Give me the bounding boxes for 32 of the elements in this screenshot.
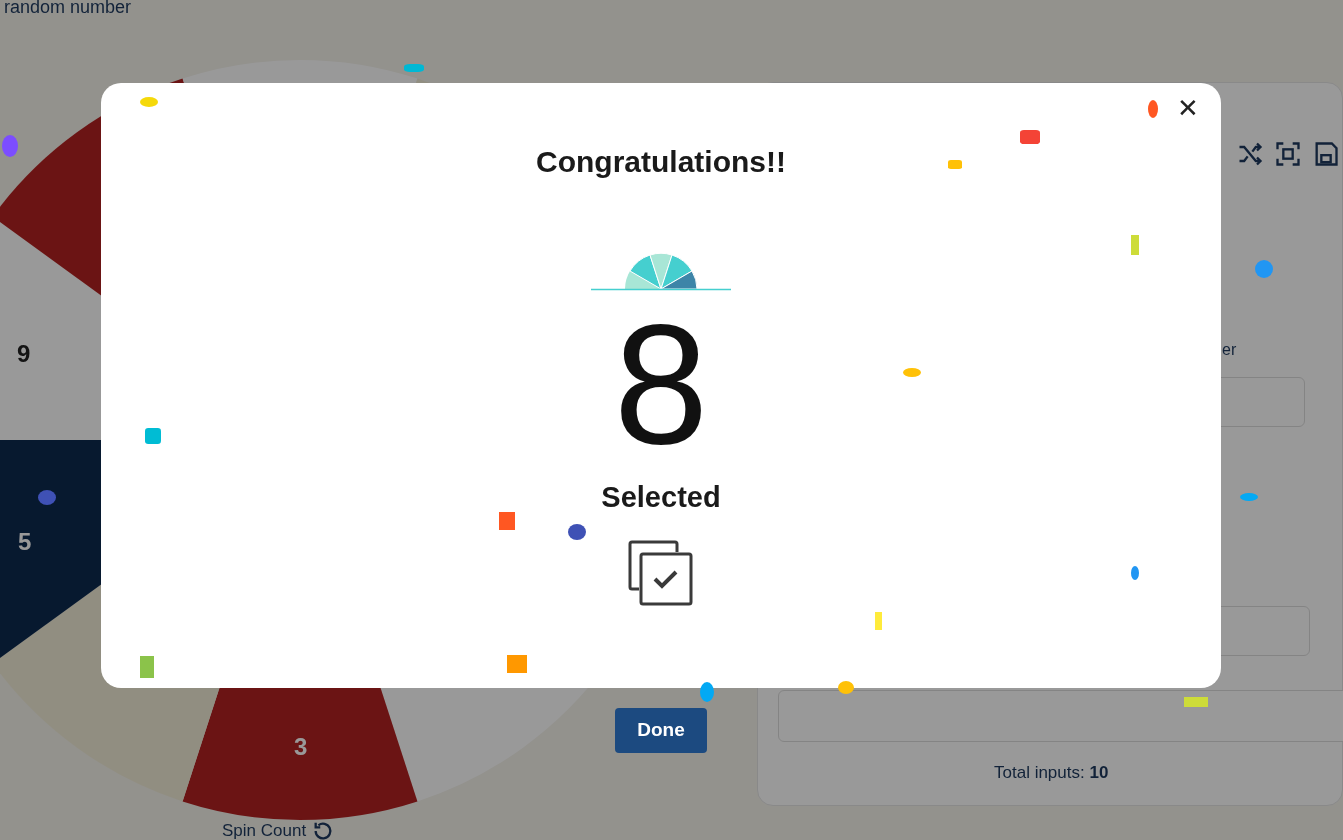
wheel-icon: [591, 251, 731, 291]
confetti-piece: [145, 428, 161, 444]
wheel-label: 3: [294, 733, 308, 760]
confetti-piece: [700, 682, 714, 702]
confetti-piece: [1184, 697, 1208, 707]
confetti-piece: [2, 135, 18, 157]
wheel-label: 5: [18, 528, 32, 555]
dialog-title: Congratulations!!: [536, 144, 786, 180]
result-number: 8: [613, 309, 709, 459]
confetti-piece: [1131, 235, 1139, 255]
confetti-piece: [1131, 566, 1139, 580]
confetti-piece: [1020, 130, 1040, 144]
wheel-label: 9: [17, 340, 31, 367]
result-caption: Selected: [601, 480, 721, 515]
done-button[interactable]: Done: [615, 708, 707, 753]
confetti-piece: [404, 64, 424, 72]
confetti-piece: [1148, 100, 1158, 118]
fullscreen-icon[interactable]: [1274, 140, 1302, 168]
total-inputs-text: Total inputs: 10: [994, 763, 1109, 782]
confetti-piece: [507, 655, 527, 673]
confetti-piece: [875, 612, 882, 630]
confetti-piece: [1240, 493, 1258, 501]
confetti-piece: [140, 97, 158, 107]
page-heading: random number: [4, 0, 132, 17]
field-label: er: [1222, 340, 1237, 360]
confetti-piece: [903, 368, 921, 377]
close-button[interactable]: ✕: [1173, 95, 1203, 121]
spin-count-label: Spin Count: [222, 820, 307, 840]
confetti-piece: [948, 160, 962, 169]
confetti-piece: [140, 656, 154, 678]
confetti-piece: [499, 512, 515, 530]
copy-check-icon: [627, 539, 695, 607]
